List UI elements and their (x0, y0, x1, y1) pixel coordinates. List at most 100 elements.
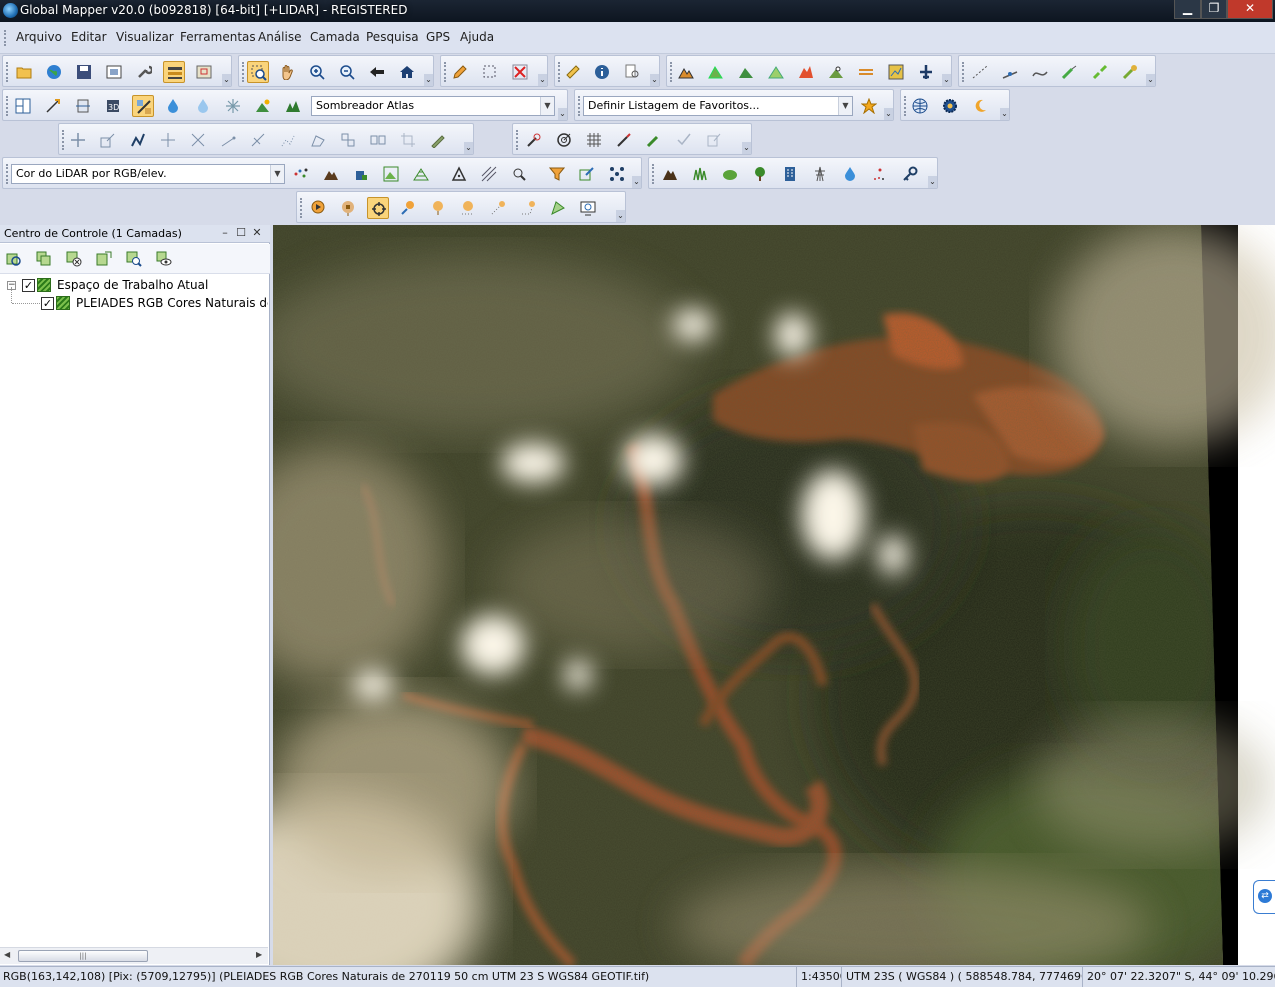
measure-line-button[interactable] (427, 129, 449, 151)
tree-item-workspace[interactable]: − ✓ Espaço de Trabalho Atual (0, 277, 268, 293)
lidar-color-select[interactable]: Cor do LiDAR por RGB/elev. ▼ (11, 164, 285, 184)
toolbar-overflow-chevron[interactable]: ⌄ (222, 74, 231, 86)
dual-mountain-button[interactable] (282, 95, 304, 117)
terrain-analysis-1-button[interactable] (675, 61, 697, 83)
scroll-right-arrow-icon[interactable]: ▶ (256, 950, 262, 959)
toolbar-grip[interactable] (6, 96, 9, 116)
add-layer-button[interactable] (3, 248, 25, 270)
profile-tool-5-button[interactable] (1089, 61, 1111, 83)
water-level-2-button[interactable] (192, 95, 214, 117)
toolbar-overflow-chevron[interactable]: ⌄ (742, 142, 751, 154)
view-layout-button[interactable] (12, 95, 34, 117)
extract-tree-button[interactable] (749, 163, 771, 185)
toggle-visibility-button[interactable] (153, 248, 175, 270)
terrain-analysis-4-button[interactable] (765, 61, 787, 83)
lidar-filter-button[interactable] (546, 163, 568, 185)
profile-tool-2-button[interactable] (999, 61, 1021, 83)
lidar-tool-3-button[interactable] (350, 163, 372, 185)
add-layers-button[interactable] (33, 248, 55, 270)
toolbar-overflow-chevron[interactable]: ⌄ (942, 74, 951, 86)
restore-button[interactable]: ❐ (1201, 0, 1227, 19)
menu-ajuda[interactable]: Ajuda (460, 30, 494, 44)
reshape-button[interactable] (127, 129, 149, 151)
water-level-button[interactable] (162, 95, 184, 117)
contrast-button[interactable] (222, 95, 244, 117)
profile-tool-3-button[interactable] (1029, 61, 1051, 83)
lidar-tool-6-button[interactable] (448, 163, 470, 185)
line-tool-3-button[interactable] (277, 129, 299, 151)
horizontal-scrollbar[interactable]: ◀ ||| ▶ (0, 947, 268, 964)
terrain-analysis-8-button[interactable] (885, 61, 907, 83)
toolbar-overflow-chevron[interactable]: ⌄ (884, 108, 893, 120)
close-button[interactable]: ✕ (1227, 0, 1273, 19)
select-area-button[interactable] (479, 61, 501, 83)
toolbar-overflow-chevron[interactable]: ⌄ (424, 74, 433, 86)
extract-noise-button[interactable] (869, 163, 891, 185)
gps-stop-button[interactable] (337, 197, 359, 219)
back-button[interactable] (366, 61, 388, 83)
georef-1-button[interactable] (523, 129, 545, 151)
add-vertex-button[interactable] (157, 129, 179, 151)
layer-properties-button[interactable] (93, 248, 115, 270)
georef-2-button[interactable] (553, 129, 575, 151)
georef-3-button[interactable] (613, 129, 635, 151)
gps-route-2-button[interactable] (517, 197, 539, 219)
lidar-tool-8-button[interactable] (508, 163, 530, 185)
map-view[interactable]: ⇄ (273, 225, 1275, 965)
extract-bush-button[interactable] (719, 163, 741, 185)
feature-info-button[interactable] (591, 61, 613, 83)
lidar-tool-5-button[interactable] (410, 163, 432, 185)
config-gear-button[interactable] (939, 95, 961, 117)
toolbar-grip[interactable] (578, 96, 581, 116)
day-night-button[interactable] (969, 95, 991, 117)
gps-start-button[interactable] (307, 197, 329, 219)
lidar-tool-1-button[interactable] (290, 163, 312, 185)
line-tool-6-button[interactable] (367, 129, 389, 151)
terrain-analysis-3-button[interactable] (735, 61, 757, 83)
minimize-button[interactable]: ▁ (1174, 0, 1201, 19)
profile-tool-6-button[interactable] (1119, 61, 1141, 83)
lidar-tool-4-button[interactable] (380, 163, 402, 185)
profile-view-button[interactable] (72, 95, 94, 117)
crop-button[interactable] (397, 129, 419, 151)
georef-5-button[interactable] (673, 129, 695, 151)
extract-building-button[interactable] (779, 163, 801, 185)
menu-arquivo[interactable]: Arquivo (16, 30, 62, 44)
menu-pesquisa[interactable]: Pesquisa (366, 30, 419, 44)
extract-ground-button[interactable] (659, 163, 681, 185)
toolbar-overflow-chevron[interactable]: ⌄ (928, 176, 937, 188)
full-view-button[interactable] (396, 61, 418, 83)
toolbar-overflow-chevron[interactable]: ⌄ (632, 176, 641, 188)
overview-map-button[interactable] (193, 61, 215, 83)
terrain-analysis-2-button[interactable] (705, 61, 727, 83)
workspace-checkbox[interactable]: ✓ (22, 279, 35, 292)
gps-waypoint-button[interactable] (427, 197, 449, 219)
toolbar-overflow-chevron[interactable]: ⌄ (1000, 108, 1009, 120)
grid-tool-button[interactable] (583, 129, 605, 151)
toolbar-overflow-chevron[interactable]: ⌄ (616, 210, 625, 222)
scrollbar-thumb[interactable]: ||| (18, 950, 148, 962)
line-tool-1-button[interactable] (217, 129, 239, 151)
3d-view-button[interactable]: 3D (102, 95, 124, 117)
zoom-to-layer-button[interactable] (123, 248, 145, 270)
toolbar-grip[interactable] (300, 198, 303, 218)
online-data-button[interactable] (43, 61, 65, 83)
zoom-in-button[interactable] (306, 61, 328, 83)
digitizer-button[interactable] (449, 61, 471, 83)
terrain-analysis-7-button[interactable] (855, 61, 877, 83)
toolbar-grip[interactable] (62, 130, 65, 150)
gps-screen-button[interactable] (577, 197, 599, 219)
shader-settings-button[interactable] (252, 95, 274, 117)
gps-mark-button[interactable] (397, 197, 419, 219)
lidar-tool-7-button[interactable] (478, 163, 500, 185)
configure-button[interactable] (133, 61, 155, 83)
gps-navigate-button[interactable] (547, 197, 569, 219)
open-folder-button[interactable] (13, 61, 35, 83)
line-tool-5-button[interactable] (337, 129, 359, 151)
toolbar-overflow-chevron[interactable]: ⌄ (650, 74, 659, 86)
remote-support-tab[interactable]: ⇄ (1253, 880, 1275, 914)
favorites-select[interactable]: Definir Listagem de Favoritos... ▼ (583, 96, 853, 116)
gps-route-button[interactable] (487, 197, 509, 219)
toolbar-grip[interactable] (516, 130, 519, 150)
scroll-left-arrow-icon[interactable]: ◀ (4, 950, 10, 959)
